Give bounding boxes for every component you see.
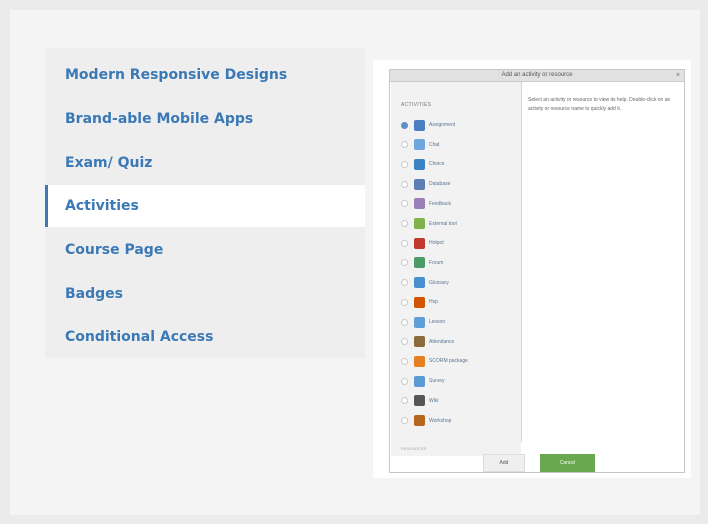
- nav-item-exam-quiz[interactable]: Exam/ Quiz: [45, 142, 365, 184]
- activity-label: Chat: [429, 141, 440, 148]
- activity-radio[interactable]: [401, 357, 408, 365]
- add-activity-dialog: Add an activity or resource × ACTIVITIES…: [389, 69, 685, 473]
- activity-option[interactable]: External tool: [401, 215, 519, 233]
- activity-option[interactable]: Database: [401, 175, 519, 193]
- glossary-icon: [414, 277, 425, 289]
- feedback-icon: [414, 198, 425, 210]
- activity-label: Lesson: [429, 319, 446, 325]
- scorm-icon: [414, 355, 425, 367]
- activity-label: Wiki: [429, 397, 439, 404]
- activity-label: Glossary: [429, 279, 449, 286]
- activity-list-panel: ACTIVITIES Assignment Chat Choice Database F…: [391, 82, 522, 442]
- workshop-icon: [414, 415, 425, 426]
- activity-label: Database: [429, 181, 451, 188]
- activity-radio[interactable]: [401, 338, 408, 346]
- wiki-icon: [414, 395, 425, 407]
- activity-option[interactable]: Hvp: [401, 293, 519, 311]
- activity-option[interactable]: Attendance: [401, 333, 519, 351]
- activity-option[interactable]: Feedback: [401, 195, 519, 213]
- activity-label: Survey: [429, 378, 445, 385]
- activity-label: Workshop: [429, 417, 452, 424]
- activity-label: Feedback: [429, 200, 451, 207]
- activity-label: Assignment: [429, 122, 456, 128]
- forum-icon: [414, 257, 425, 269]
- activity-radio[interactable]: [401, 397, 408, 405]
- activity-radio[interactable]: [401, 279, 408, 287]
- activity-label: Hvp: [429, 299, 438, 306]
- activity-option[interactable]: Choice: [401, 155, 519, 173]
- nav-item-course-page[interactable]: Course Page: [45, 229, 365, 271]
- database-icon: [414, 178, 425, 190]
- nav-item-badges[interactable]: Badges: [45, 273, 365, 315]
- activities-header: ACTIVITIES: [401, 102, 432, 108]
- activity-label: Hotpot: [429, 240, 444, 247]
- choice-icon: [414, 158, 425, 170]
- hvp-icon: [414, 296, 425, 308]
- activity-label: SCORM package: [429, 358, 468, 365]
- activity-label: Forum: [429, 259, 444, 266]
- activity-label: External tool: [429, 220, 457, 227]
- lesson-icon: [414, 316, 425, 328]
- activity-option[interactable]: Hotpot: [401, 234, 519, 252]
- survey-icon: [414, 375, 425, 387]
- activity-radio[interactable]: [401, 141, 408, 149]
- activity-label: Attendance: [429, 338, 455, 345]
- activity-radio[interactable]: [401, 259, 408, 267]
- dialog-title: Add an activity or resource ×: [390, 70, 684, 82]
- activity-option[interactable]: Assignment: [401, 116, 519, 134]
- cancel-button[interactable]: Cancel: [540, 454, 595, 472]
- activity-radio[interactable]: [401, 121, 408, 129]
- activity-option[interactable]: Lesson: [401, 313, 519, 331]
- close-icon[interactable]: ×: [676, 70, 680, 81]
- activity-radio[interactable]: [401, 239, 408, 247]
- activity-radio[interactable]: [401, 200, 408, 208]
- activity-radio[interactable]: [401, 180, 408, 188]
- activity-option[interactable]: Wiki: [401, 392, 519, 410]
- chat-icon: [414, 139, 425, 151]
- assignment-icon: [414, 119, 425, 131]
- nav-item-modern-responsive-designs[interactable]: Modern Responsive Designs: [45, 54, 365, 96]
- activity-radio[interactable]: [401, 417, 408, 424]
- activity-option[interactable]: Survey: [401, 372, 519, 390]
- activity-option[interactable]: Forum: [401, 254, 519, 272]
- activity-option[interactable]: Chat: [401, 136, 519, 154]
- feature-nav: Modern Responsive Designs Brand-able Mob…: [45, 48, 365, 358]
- hotpot-icon: [414, 237, 425, 249]
- add-button[interactable]: Add: [483, 454, 525, 472]
- activity-option[interactable]: Glossary: [401, 274, 519, 292]
- activity-label: Choice: [429, 161, 445, 168]
- activity-option[interactable]: Workshop: [401, 412, 519, 430]
- activity-radio[interactable]: [401, 377, 408, 385]
- dialog-help-text: Select an activity or resource to view i…: [528, 97, 671, 112]
- nav-item-activities[interactable]: Activities: [45, 185, 365, 227]
- nav-item-brand-able-mobile-apps[interactable]: Brand-able Mobile Apps: [45, 98, 365, 140]
- activity-radio[interactable]: [401, 160, 408, 168]
- external-tool-icon: [414, 218, 425, 229]
- activity-radio[interactable]: [401, 220, 408, 227]
- activity-option[interactable]: SCORM package: [401, 352, 519, 370]
- activity-radio[interactable]: [401, 318, 408, 326]
- activity-radio[interactable]: [401, 298, 408, 306]
- attendance-icon: [414, 336, 425, 348]
- nav-item-conditional-access[interactable]: Conditional Access: [45, 316, 365, 358]
